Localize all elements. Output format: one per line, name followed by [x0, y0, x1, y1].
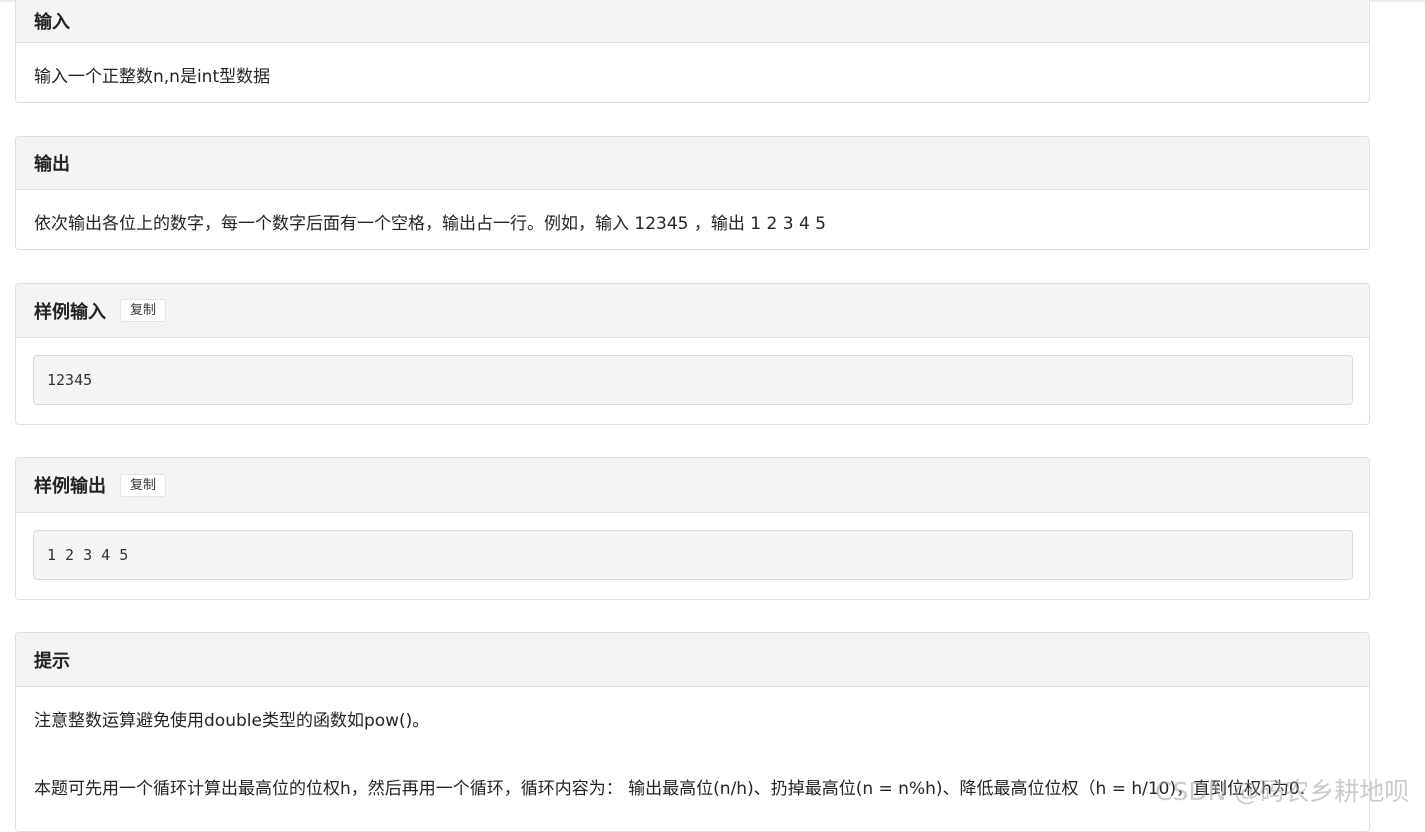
input-panel-header: 输入 — [16, 0, 1369, 43]
output-panel-header: 输出 — [16, 137, 1369, 190]
hint-panel-header: 提示 — [16, 633, 1369, 687]
sample-output-panel: 样例输出 复制 1 2 3 4 5 — [15, 457, 1370, 600]
copy-sample-input-button[interactable]: 复制 — [120, 299, 167, 322]
sample-input-panel-title: 样例输入 — [34, 301, 106, 323]
sample-output-content: 1 2 3 4 5 — [33, 530, 1353, 580]
input-description: 输入一个正整数n,n是int型数据 — [34, 67, 271, 87]
input-panel: 输入 输入一个正整数n,n是int型数据 — [15, 0, 1370, 103]
hint-panel: 提示 注意整数运算避免使用double类型的函数如pow()。 本题可先用一个循… — [15, 632, 1370, 832]
sample-input-panel-header: 样例输入 复制 — [16, 284, 1369, 338]
hint-line-1: 注意整数运算避免使用double类型的函数如pow()。 — [34, 711, 430, 731]
output-panel-title: 输出 — [34, 154, 70, 175]
sample-input-panel: 样例输入 复制 12345 — [15, 283, 1370, 425]
output-description: 依次输出各位上的数字，每一个数字后面有一个空格，输出占一行。例如，输入 1234… — [34, 214, 826, 234]
copy-sample-output-button[interactable]: 复制 — [120, 473, 167, 497]
hint-panel-title: 提示 — [34, 650, 70, 672]
input-panel-title: 输入 — [34, 11, 70, 33]
sample-output-panel-title: 样例输出 — [34, 476, 106, 497]
sample-input-content: 12345 — [33, 355, 1353, 405]
output-panel: 输出 依次输出各位上的数字，每一个数字后面有一个空格，输出占一行。例如，输入 1… — [15, 136, 1370, 250]
hint-line-2: 本题可先用一个循环计算出最高位的位权h，然后再用一个循环，循环内容为： 输出最高… — [34, 779, 1306, 799]
sample-output-panel-header: 样例输出 复制 — [16, 458, 1369, 513]
